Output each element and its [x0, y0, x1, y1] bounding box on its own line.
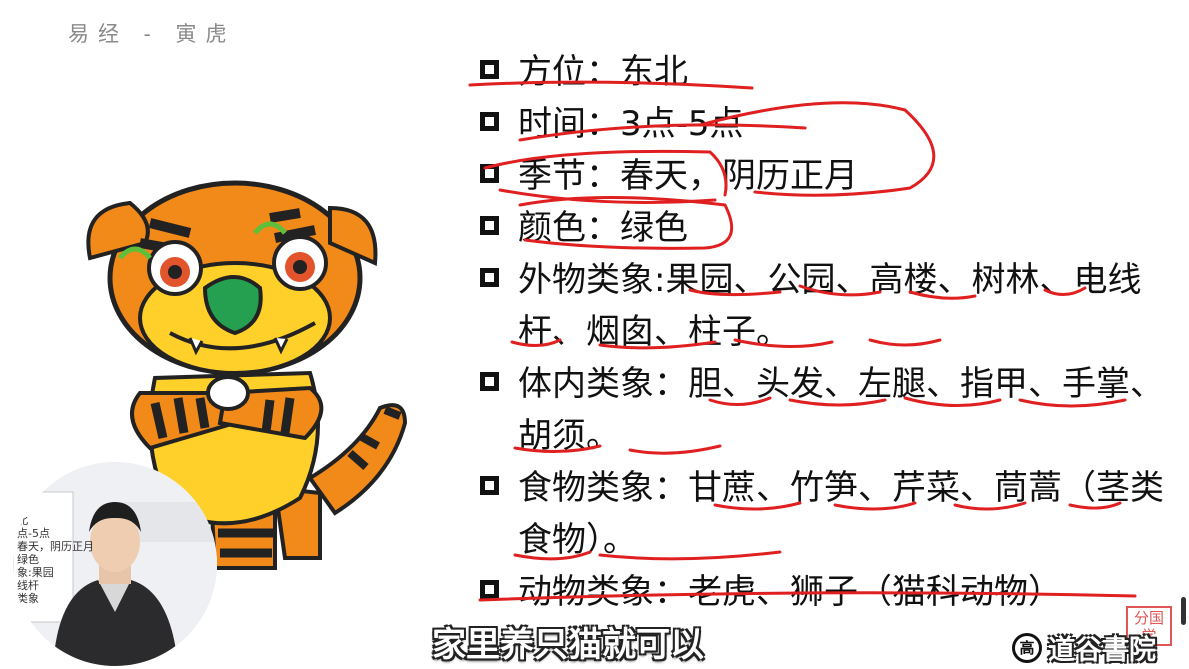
scrollbar-handle[interactable] [1181, 597, 1186, 625]
checkbox-square-icon [480, 164, 499, 183]
bullet-direction: 方位：东北 [476, 46, 1176, 98]
checkbox-square-icon [480, 372, 499, 391]
webcam-overlay: 北 点-5点 春天，阴历正月 绿色 象:果园 线杆 类象 [13, 462, 217, 666]
bullet-text: 时间：3点-5点 [518, 104, 744, 144]
checkbox-square-icon [480, 268, 499, 287]
video-subtitle: 家里养只猫就可以 [432, 625, 704, 665]
monitor-line: 类象 [17, 592, 39, 605]
bullet-animal-images: 动物类象：老虎、狮子（猫科动物） [476, 566, 1176, 618]
checkbox-square-icon [480, 112, 499, 131]
bullet-text: 外物类象:果园、公园、高楼、树林、电线杆、烟囱、柱子。 [518, 260, 1142, 352]
slide-header: 易经 - 寅虎 [68, 22, 236, 46]
bullet-text: 方位：东北 [518, 52, 688, 92]
bullet-time: 时间：3点-5点 [476, 98, 1176, 150]
monitor-text: 北 点-5点 春天，阴历正月 绿色 象:果园 线杆 类象 [17, 514, 94, 605]
bullet-text: 食物类象：甘蔗、竹笋、芹菜、茼蒿（茎类食物）。 [518, 468, 1164, 560]
checkbox-square-icon [480, 60, 499, 79]
bullet-text: 体内类象：胆、头发、左腿、指甲、手掌、胡须。 [518, 364, 1164, 456]
bullet-season: 季节：春天，阴历正月 [476, 150, 1176, 202]
bullet-text: 动物类象：老虎、狮子（猫科动物） [518, 572, 1062, 612]
monitor-line: 点-5点 [17, 527, 50, 540]
bullet-text: 颜色：绿色 [518, 208, 688, 248]
checkbox-square-icon [480, 580, 499, 599]
logo-icon: 高 [1012, 632, 1042, 663]
brand-logo: 高 道谷書院 [1012, 628, 1156, 667]
bullet-food-images: 食物类象：甘蔗、竹笋、芹菜、茼蒿（茎类食物）。 [476, 462, 1176, 566]
checkbox-square-icon [480, 216, 499, 235]
bullet-color: 颜色：绿色 [476, 202, 1176, 254]
bullet-list: 方位：东北 时间：3点-5点 季节：春天，阴历正月 颜色：绿色 外物类象:果园、… [476, 46, 1176, 618]
monitor-line: 春天，阴历正月 [17, 540, 94, 553]
bullet-body-images: 体内类象：胆、头发、左腿、指甲、手掌、胡须。 [476, 358, 1176, 462]
logo-text: 道谷書院 [1048, 635, 1156, 666]
monitor-line: 象:果园 [17, 566, 54, 579]
monitor-line: 北 [17, 514, 28, 527]
bullet-external-images: 外物类象:果园、公园、高楼、树林、电线杆、烟囱、柱子。 [476, 254, 1176, 358]
monitor-line: 绿色 [17, 553, 39, 566]
monitor-line: 线杆 [17, 579, 39, 592]
checkbox-square-icon [480, 476, 499, 495]
bullet-text: 季节：春天，阴历正月 [518, 156, 858, 196]
